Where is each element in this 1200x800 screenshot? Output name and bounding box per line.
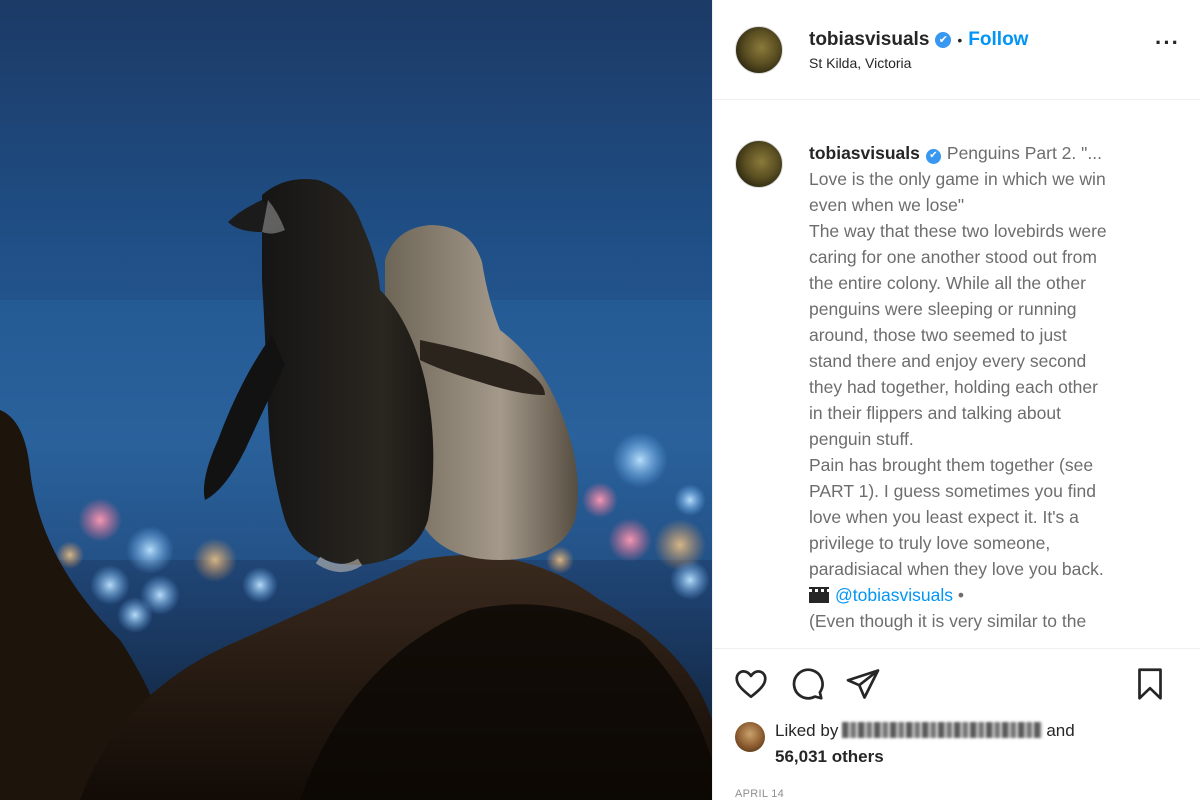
post-actions-bar <box>713 648 1200 718</box>
caption-line: love when you least expect it. It's a <box>809 507 1079 527</box>
bookmark-icon <box>1138 668 1162 700</box>
caption-line: paradisiacal when they love you back. <box>809 559 1104 579</box>
separator-dot: • <box>957 31 963 48</box>
caption-avatar[interactable] <box>735 140 783 188</box>
caption-verified-badge-icon: ✔ <box>925 148 941 164</box>
likes-others-count[interactable]: 56,031 others <box>775 747 884 766</box>
post-location[interactable]: St Kilda, Victoria <box>809 55 1028 71</box>
caption-line: even when we lose" <box>809 195 965 215</box>
author-avatar[interactable] <box>735 25 783 74</box>
likes-summary: Liked by and 56,031 others <box>713 718 1200 782</box>
caption-line: penguins were sleeping or running <box>809 299 1077 319</box>
author-info: tobiasvisuals ✔ • Follow St Kilda, Victo… <box>809 29 1028 71</box>
clapper-board-icon <box>809 587 829 603</box>
instagram-post: tobiasvisuals ✔ • Follow St Kilda, Victo… <box>0 0 1200 800</box>
caption-line: PART 1). I guess sometimes you find <box>809 481 1096 501</box>
post-header: tobiasvisuals ✔ • Follow St Kilda, Victo… <box>713 0 1200 100</box>
post-caption: tobiasvisuals ✔ Penguins Part 2. "... Love… <box>713 100 1200 648</box>
author-username[interactable]: tobiasvisuals <box>809 29 929 51</box>
caption-line: Penguins Part 2. "... <box>946 143 1102 163</box>
caption-line: caring for one another stood out from <box>809 247 1097 267</box>
comment-icon <box>792 667 824 700</box>
caption-line: Pain has brought them together (see <box>809 455 1094 475</box>
comment-button[interactable] <box>787 664 827 704</box>
likes-text: Liked by and 56,031 others <box>775 718 1075 770</box>
credit-mention-link[interactable]: @tobiasvisuals <box>835 585 953 605</box>
heart-icon <box>735 669 767 698</box>
caption-line: privilege to truly love someone, <box>809 533 1051 553</box>
caption-line: around, those two seemed to just <box>809 325 1067 345</box>
caption-line: The way that these two lovebirds were <box>809 221 1107 241</box>
liker-avatar[interactable] <box>735 722 765 752</box>
caption-line: stand there and enjoy every second <box>809 351 1087 371</box>
post-date[interactable]: APRIL 14 <box>713 782 1200 800</box>
follow-button[interactable]: Follow <box>968 29 1028 51</box>
verified-badge-icon: ✔ <box>935 31 952 48</box>
likes-suffix: and <box>1046 721 1075 740</box>
caption-line: in their flippers and talking about <box>809 403 1061 423</box>
credit-suffix: • <box>952 585 964 605</box>
caption-line: the entire colony. While all the other <box>809 273 1086 293</box>
likes-prefix: Liked by <box>775 721 839 740</box>
caption-line: they had together, holding each other <box>809 377 1098 397</box>
penguins-photo <box>0 179 712 800</box>
paper-plane-icon <box>846 668 880 699</box>
more-options-icon[interactable]: ··· <box>1155 32 1180 54</box>
share-button[interactable] <box>843 664 883 704</box>
caption-text: tobiasvisuals ✔ Penguins Part 2. "... Love… <box>809 140 1159 648</box>
caption-line: penguin stuff. <box>809 429 914 449</box>
like-button[interactable] <box>731 664 771 704</box>
post-photo[interactable] <box>0 0 712 800</box>
liker-username-redacted <box>842 722 1043 738</box>
caption-username[interactable]: tobiasvisuals <box>809 143 920 163</box>
post-sidebar: tobiasvisuals ✔ • Follow St Kilda, Victo… <box>712 0 1200 800</box>
save-button[interactable] <box>1130 664 1170 704</box>
caption-line: Love is the only game in which we win <box>809 169 1106 189</box>
caption-line: (Even though it is very similar to the <box>809 611 1087 631</box>
